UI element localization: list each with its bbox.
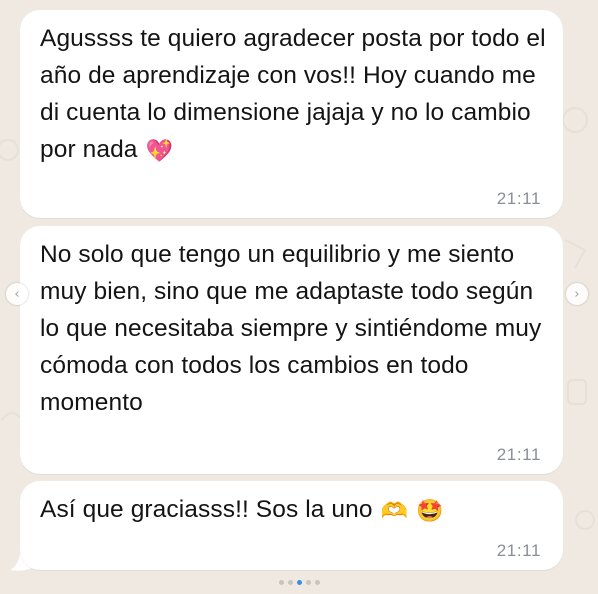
message-bubble[interactable]: Agussss te quiero agradecer posta por to… — [20, 10, 563, 218]
chevron-left-icon: ‹ — [14, 286, 20, 302]
carousel-pagination — [264, 578, 334, 586]
pagination-dot[interactable] — [314, 579, 320, 585]
pagination-dot[interactable] — [305, 579, 311, 585]
carousel-next-button[interactable]: › — [566, 283, 588, 305]
pagination-dot-active[interactable] — [296, 579, 302, 585]
message-text: No solo que tengo un equilibrio y me sie… — [40, 241, 542, 416]
message-bubble[interactable]: Así que graciasss!! Sos la uno 🫶 🤩 21:11 — [20, 481, 563, 570]
pagination-dot[interactable] — [287, 579, 293, 585]
chevron-right-icon: › — [574, 286, 580, 302]
heart-hands-icon: 🫶 — [380, 499, 409, 524]
message-text: Agussss te quiero agradecer posta por to… — [40, 25, 546, 164]
star-struck-icon: 🤩 — [416, 499, 444, 524]
pagination-dot[interactable] — [278, 579, 284, 585]
message-text: Así que graciasss!! Sos la uno 🫶 🤩 — [40, 496, 444, 524]
message-bubble[interactable]: No solo que tengo un equilibrio y me sie… — [20, 226, 563, 474]
carousel-prev-button[interactable]: ‹ — [6, 283, 28, 305]
message-timestamp: 21:11 — [496, 445, 541, 464]
sparkling-heart-icon: 💖 — [145, 139, 174, 164]
message-timestamp: 21:11 — [496, 189, 541, 208]
message-timestamp: 21:11 — [496, 541, 541, 560]
